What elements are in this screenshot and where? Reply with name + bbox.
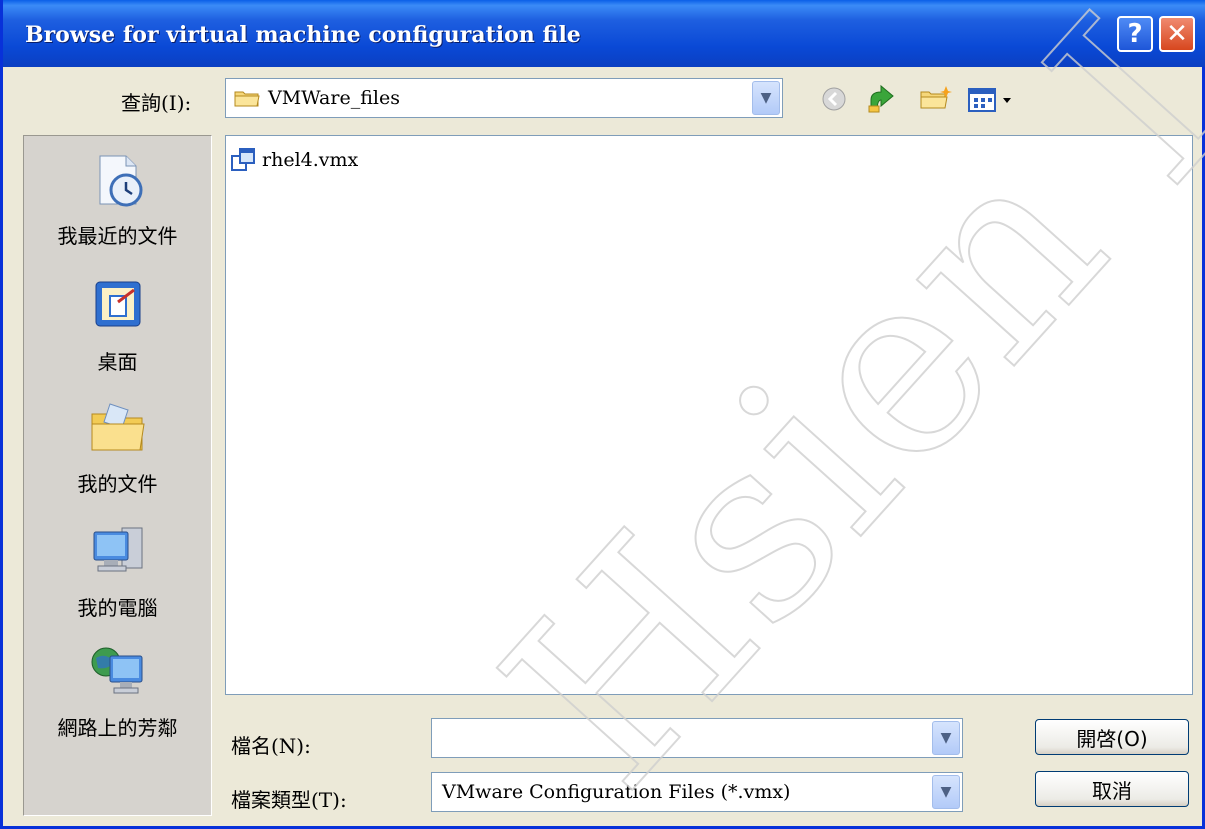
file-name: rhel4.vmx	[262, 149, 359, 171]
filename-dropdown-button[interactable]: ▼	[932, 721, 960, 755]
place-label: 我的文件	[77, 472, 158, 496]
place-my-documents[interactable]: 我的文件	[24, 398, 211, 497]
filename-label: 檔名(N):	[231, 734, 311, 758]
place-network[interactable]: 網路上的芳鄰	[24, 642, 211, 741]
lookin-value: VMWare_files	[268, 87, 400, 109]
recent-documents-icon	[99, 155, 142, 207]
place-recent-documents[interactable]: 我最近的文件	[24, 150, 211, 249]
cancel-button[interactable]: 取消	[1035, 771, 1189, 807]
vmx-file-icon	[231, 148, 255, 171]
lookin-select[interactable]: VMWare_files ▼	[225, 78, 783, 118]
chevron-down-icon: ▼	[760, 90, 772, 106]
view-menu-icon	[968, 88, 1011, 112]
lookin-label: 查詢(I):	[121, 91, 192, 115]
place-label: 我最近的文件	[57, 224, 178, 248]
close-icon: ✕	[1166, 19, 1188, 49]
lookin-dropdown-button[interactable]: ▼	[752, 81, 780, 115]
place-my-computer[interactable]: 我的電腦	[24, 522, 211, 621]
places-bar: 我最近的文件 桌面 我的文件 我的電腦 網路上的芳鄰	[23, 135, 212, 816]
desktop-icon	[95, 281, 140, 327]
filetype-label: 檔案類型(T):	[231, 788, 347, 812]
place-label: 網路上的芳鄰	[57, 716, 178, 740]
filename-input[interactable]: ▼	[431, 718, 963, 758]
network-places-icon	[91, 647, 142, 694]
my-computer-icon	[93, 527, 142, 572]
help-button[interactable]: ?	[1117, 16, 1153, 52]
view-menu-button[interactable]	[967, 86, 1017, 114]
filetype-value: VMware Configuration Files (*.vmx)	[442, 781, 791, 803]
help-icon: ?	[1127, 19, 1143, 49]
new-folder-icon[interactable]	[919, 84, 953, 112]
dialog-window: Browse for virtual machine configuration…	[0, 0, 1205, 829]
place-label: 桌面	[97, 350, 138, 374]
chevron-down-icon: ▼	[940, 784, 952, 800]
place-label: 我的電腦	[77, 596, 158, 620]
back-icon[interactable]	[821, 86, 847, 112]
list-item[interactable]: rhel4.vmx	[230, 146, 358, 174]
window-title: Browse for virtual machine configuration…	[25, 22, 581, 48]
place-desktop[interactable]: 桌面	[24, 276, 211, 375]
close-button[interactable]: ✕	[1159, 16, 1195, 52]
folder-icon	[234, 91, 260, 107]
filetype-dropdown-button[interactable]: ▼	[932, 775, 960, 809]
filetype-select[interactable]: VMware Configuration Files (*.vmx) ▼	[431, 772, 963, 812]
up-folder-icon[interactable]	[867, 82, 897, 114]
file-list[interactable]: rhel4.vmx	[225, 135, 1193, 695]
my-documents-icon	[91, 403, 145, 451]
open-button[interactable]: 開啓(O)	[1035, 719, 1189, 755]
chevron-down-icon: ▼	[940, 730, 952, 746]
title-bar[interactable]: Browse for virtual machine configuration…	[3, 0, 1205, 67]
